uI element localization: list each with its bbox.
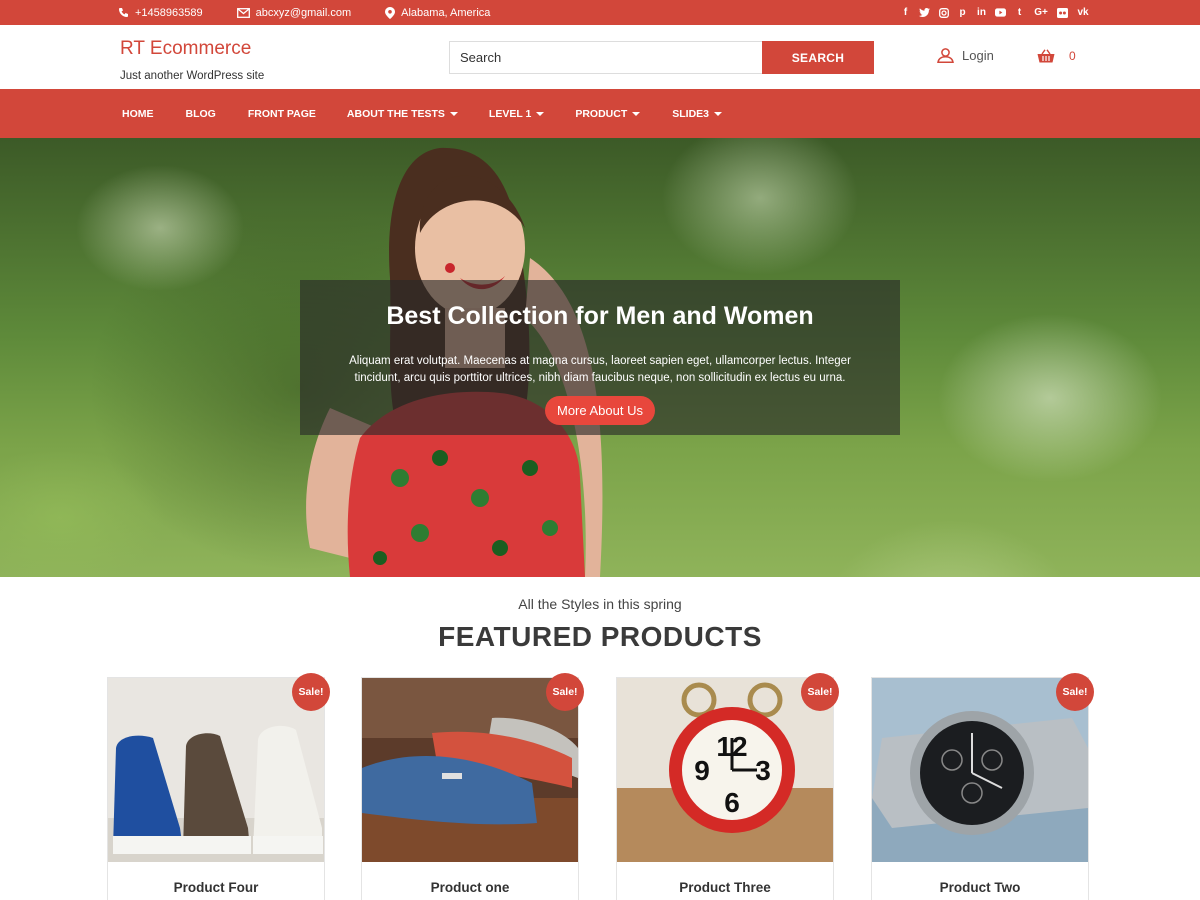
login-label: Login — [962, 48, 994, 63]
sale-badge: Sale! — [292, 673, 330, 711]
svg-text:9: 9 — [694, 755, 710, 786]
vk-icon[interactable]: vk — [1076, 7, 1090, 19]
hero-caption: Best Collection for Men and Women Aliqua… — [300, 280, 900, 435]
product-name[interactable]: Product one — [362, 880, 578, 895]
tumblr-icon[interactable]: t — [1014, 7, 1025, 19]
twitter-icon[interactable] — [919, 7, 930, 19]
more-about-us-button[interactable]: More About Us — [545, 396, 655, 425]
nav-item-label: PRODUCT — [575, 107, 628, 120]
section-title: FEATURED PRODUCTS — [438, 621, 762, 652]
product-card[interactable]: Sale! Product Four — [107, 673, 330, 900]
envelope-icon — [236, 7, 250, 18]
flickr-icon[interactable] — [1057, 7, 1068, 19]
phone-number: +1458963589 — [135, 6, 203, 19]
phone-item[interactable]: +1458963589 — [118, 7, 203, 19]
nav-item-home[interactable]: HOME — [122, 108, 154, 120]
email-address: abcxyz@gmail.com — [255, 6, 352, 19]
linkedin-icon[interactable]: in — [976, 7, 987, 19]
pinterest-icon[interactable]: p — [957, 7, 968, 19]
shopping-basket-icon — [1037, 49, 1055, 63]
nav-item-label: LEVEL 1 — [488, 107, 532, 120]
product-name[interactable]: Product Two — [872, 880, 1088, 895]
caret-down-icon — [449, 111, 458, 116]
nav-item-level-1[interactable]: LEVEL 1 — [488, 107, 545, 120]
hero-text: Aliquam erat volutpat. Maecenas at magna… — [349, 355, 851, 384]
product-name[interactable]: Product Four — [108, 880, 324, 895]
hero-title: Best Collection for Men and Women — [386, 302, 814, 330]
location-text: Alabama, America — [401, 6, 491, 19]
svg-text:6: 6 — [724, 787, 740, 818]
nav-item-blog[interactable]: BLOG — [186, 108, 216, 120]
nav-item-product[interactable]: PRODUCT — [575, 107, 641, 120]
caret-down-icon — [714, 111, 723, 116]
product-image[interactable] — [108, 678, 324, 862]
main-navigation: HOME BLOG FRONT PAGE ABOUT THE TESTS LEV… — [0, 89, 1200, 138]
nav-item-label: HOME — [122, 107, 154, 120]
section-subtitle: All the Styles in this spring — [518, 596, 682, 612]
site-tagline: Just another WordPress site — [120, 70, 265, 82]
login-link[interactable]: Login — [937, 48, 994, 63]
svg-text:3: 3 — [755, 755, 771, 786]
product-card[interactable]: Sale! Product Two — [871, 673, 1094, 900]
nav-item-label: BLOG — [185, 107, 216, 120]
search-button[interactable]: SEARCH — [762, 41, 874, 74]
facebook-icon[interactable]: f — [900, 7, 911, 19]
sale-badge: Sale! — [801, 673, 839, 711]
phone-icon — [119, 8, 128, 17]
sale-badge: Sale! — [1056, 673, 1094, 711]
cart-link[interactable]: 0 — [1037, 49, 1076, 63]
nav-item-about-the-tests[interactable]: ABOUT THE TESTS — [347, 108, 458, 120]
location-item: Alabama, America — [385, 6, 491, 19]
nav-item-label: FRONT PAGE — [247, 107, 316, 120]
product-image[interactable] — [872, 678, 1088, 862]
search-form: SEARCH — [449, 41, 874, 74]
product-image[interactable]: 12 9 3 6 — [617, 678, 833, 862]
nav-item-slide3[interactable]: SLIDE3 — [672, 107, 723, 120]
nav-item-label: ABOUT THE TESTS — [346, 107, 445, 120]
site-title[interactable]: RT Ecommerce — [120, 38, 264, 60]
product-card[interactable]: Sale! Product one — [361, 673, 584, 900]
site-header: RT Ecommerce Just another WordPress site… — [0, 25, 1200, 89]
product-card[interactable]: 12 9 3 6 Sale! Product Three — [616, 673, 839, 900]
sale-badge: Sale! — [546, 673, 584, 711]
instagram-icon[interactable] — [938, 7, 949, 19]
search-input[interactable] — [449, 41, 762, 74]
product-name[interactable]: Product Three — [617, 880, 833, 895]
hero-slider: Best Collection for Men and Women Aliqua… — [0, 138, 1200, 577]
top-bar: +1458963589 abcxyz@gmail.com Alabama, Am… — [0, 0, 1200, 25]
youtube-icon[interactable] — [995, 7, 1006, 19]
caret-down-icon — [632, 111, 641, 116]
map-marker-icon — [385, 6, 396, 19]
site-branding: RT Ecommerce Just another WordPress site — [120, 38, 264, 82]
user-icon — [937, 48, 954, 63]
cart-count: 0 — [1069, 49, 1076, 63]
nav-menu: HOME BLOG FRONT PAGE ABOUT THE TESTS LEV… — [122, 89, 723, 138]
product-image[interactable] — [362, 678, 578, 862]
google-plus-icon[interactable]: G+ — [1033, 7, 1049, 19]
caret-down-icon — [536, 111, 545, 116]
contact-info: +1458963589 abcxyz@gmail.com Alabama, Am… — [118, 0, 524, 25]
nav-item-label: SLIDE3 — [672, 107, 710, 120]
featured-products-section: All the Styles in this spring FEATURED P… — [0, 577, 1200, 900]
email-item[interactable]: abcxyz@gmail.com — [236, 6, 352, 19]
nav-item-front-page[interactable]: FRONT PAGE — [248, 108, 316, 120]
social-links: f p in t G+ vk — [900, 0, 1090, 25]
